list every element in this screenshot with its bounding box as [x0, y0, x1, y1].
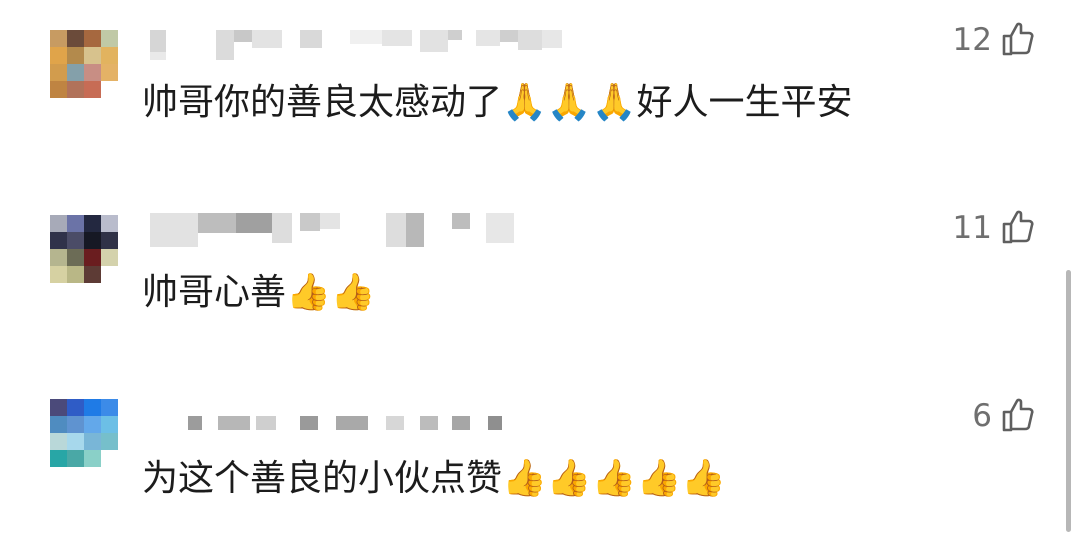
- vertical-scrollbar[interactable]: [1066, 270, 1071, 532]
- thumbs-up-icon: [1002, 398, 1034, 432]
- thumbs-up-icon: [1002, 210, 1034, 244]
- like-count: 12: [952, 22, 992, 58]
- comment-text: 帅哥你的善良太感动了🙏🙏🙏好人一生平安: [142, 82, 853, 123]
- avatar[interactable]: [50, 30, 118, 98]
- like-button[interactable]: 11: [953, 208, 1036, 248]
- comment-text: 帅哥心善👍👍: [142, 272, 376, 313]
- avatar[interactable]: [50, 399, 118, 467]
- comment-text: 为这个善良的小伙点赞👍👍👍👍👍: [142, 458, 727, 499]
- thumbs-up-icon: [1002, 22, 1034, 56]
- like-button[interactable]: 6: [972, 396, 1036, 436]
- like-button[interactable]: 12: [953, 20, 1036, 60]
- avatar[interactable]: [50, 215, 118, 283]
- like-count: 11: [952, 210, 992, 246]
- like-count: 6: [972, 398, 992, 434]
